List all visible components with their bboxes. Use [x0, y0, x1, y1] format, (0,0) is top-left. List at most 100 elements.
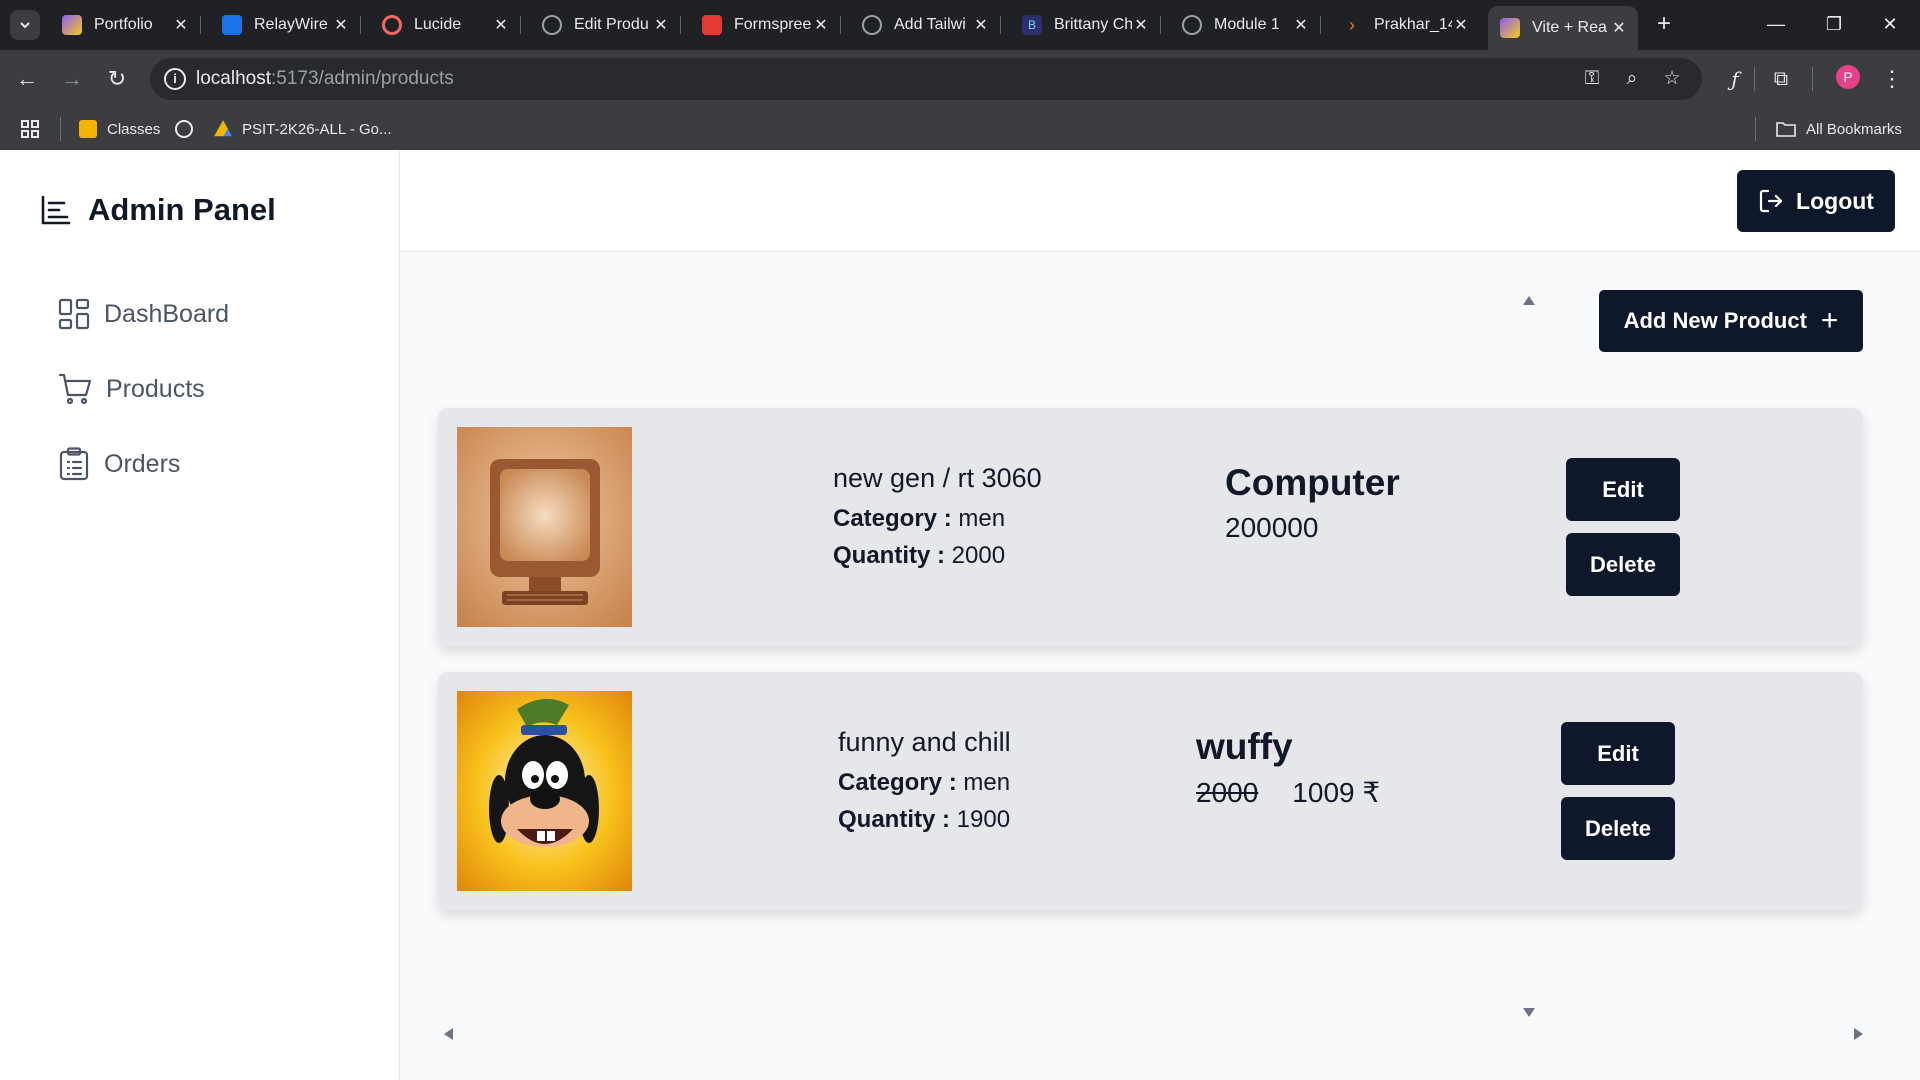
browser-tab-formspree[interactable]: Formspree ✕: [690, 6, 841, 44]
layout-dashboard-icon: [58, 298, 90, 330]
category-label: Category :: [833, 505, 952, 532]
browser-tab-edit-product[interactable]: Edit Produ ✕: [530, 6, 681, 44]
quantity-label: Quantity :: [833, 542, 945, 569]
product-name: funny and chill: [838, 727, 1011, 757]
bookmarks-divider: [1755, 117, 1756, 141]
close-icon[interactable]: ✕: [1132, 15, 1150, 35]
bookmark-label: Classes: [107, 120, 161, 138]
site-info-icon[interactable]: i: [164, 68, 186, 90]
close-icon[interactable]: ✕: [812, 15, 830, 35]
scroll-left-arrow-icon[interactable]: [444, 1028, 453, 1040]
add-new-product-button[interactable]: Add New Product +: [1599, 290, 1863, 352]
minimize-window-button[interactable]: —: [1756, 8, 1796, 40]
admin-sidebar: Admin Panel DashBoard Products Orders: [0, 150, 400, 1080]
globe-icon: [175, 120, 193, 138]
tab-title: Edit Produ: [574, 16, 649, 33]
close-icon[interactable]: ✕: [652, 15, 670, 35]
bookmark-label: All Bookmarks: [1806, 120, 1902, 138]
browser-tab-strip: Portfolio ✕ RelayWire ✕ Lucide ✕ Edit Pr…: [0, 0, 1920, 50]
openai-favicon-icon: [542, 15, 562, 35]
profile-avatar[interactable]: P: [1836, 65, 1860, 89]
password-key-icon[interactable]: ⚿: [1580, 67, 1604, 91]
formspree-favicon-icon: [702, 15, 722, 35]
browser-tab-relaywire[interactable]: RelayWire ✕: [210, 6, 361, 44]
toolbar-divider: [1812, 67, 1813, 91]
browser-tab-brittany[interactable]: B Brittany Ch ✕: [1010, 6, 1161, 44]
bookmark-globe[interactable]: [175, 117, 203, 141]
apps-grid-icon[interactable]: [20, 117, 40, 141]
scroll-down-arrow-icon[interactable]: [1523, 1008, 1535, 1017]
admin-topbar: Logout: [400, 150, 1920, 252]
reload-button[interactable]: ↻: [102, 64, 132, 94]
close-icon[interactable]: ✕: [1610, 18, 1628, 38]
browser-tab-lucide[interactable]: Lucide ✕: [370, 6, 521, 44]
openai-favicon-icon: [862, 15, 882, 35]
delete-button[interactable]: Delete: [1566, 533, 1680, 596]
tab-title: Vite + Rea: [1532, 19, 1607, 36]
product-quantity: Quantity : 2000: [833, 542, 1005, 570]
scroll-up-arrow-icon[interactable]: [1523, 296, 1535, 305]
formula-extension-icon[interactable]: ƒ: [1720, 64, 1750, 94]
bookmark-psit[interactable]: PSIT-2K26-ALL - Go...: [214, 117, 392, 141]
close-icon[interactable]: ✕: [972, 15, 990, 35]
lucide-favicon-icon: [382, 15, 402, 35]
close-icon[interactable]: ✕: [1292, 15, 1310, 35]
scroll-right-arrow-icon[interactable]: [1854, 1028, 1863, 1040]
bookmark-star-icon[interactable]: ☆: [1660, 67, 1684, 91]
product-image-goofy: [457, 691, 632, 891]
back-button[interactable]: ←: [12, 64, 42, 94]
logout-label: Logout: [1796, 187, 1874, 214]
zoom-icon[interactable]: ⌕: [1620, 67, 1644, 91]
brand-title: Admin Panel: [88, 192, 276, 227]
google-drive-icon: [214, 120, 232, 137]
log-out-icon: [1759, 189, 1783, 213]
sidebar-item-label: Products: [106, 374, 205, 403]
edit-button[interactable]: Edit: [1561, 722, 1675, 785]
tab-search-button[interactable]: [10, 10, 40, 40]
restore-window-button[interactable]: ❐: [1814, 8, 1854, 40]
browser-tab-vite-react-active[interactable]: Vite + Rea ✕: [1488, 6, 1638, 50]
close-icon[interactable]: ✕: [1452, 15, 1470, 35]
edit-button[interactable]: Edit: [1566, 458, 1680, 521]
browser-tab-add-tailwind[interactable]: Add Tailwi ✕: [850, 6, 1001, 44]
sidebar-item-orders[interactable]: Orders: [58, 444, 180, 484]
quantity-value: 2000: [951, 542, 1006, 569]
bookmark-classes[interactable]: Classes: [79, 117, 160, 141]
more-menu-icon[interactable]: ⋮: [1877, 64, 1907, 94]
product-name: new gen / rt 3060: [833, 463, 1042, 493]
browser-tab-prakhar[interactable]: › Prakhar_14 ✕: [1330, 6, 1480, 44]
product-category: Category : men: [838, 769, 1010, 797]
sidebar-item-label: Orders: [104, 449, 181, 478]
browser-tab-module-1[interactable]: Module 1 ✕: [1170, 6, 1321, 44]
bookmark-label: PSIT-2K26-ALL - Go...: [242, 120, 392, 138]
category-label: Category :: [838, 769, 957, 796]
add-product-label: Add New Product: [1623, 308, 1807, 333]
product-image-computer: [457, 427, 632, 627]
plus-icon: +: [1820, 304, 1839, 337]
all-bookmarks-button[interactable]: All Bookmarks: [1776, 117, 1902, 141]
vite-favicon-icon: [62, 15, 82, 35]
browser-tab-portfolio[interactable]: Portfolio ✕: [50, 6, 201, 44]
original-price: 2000: [1196, 777, 1259, 808]
tab-title: RelayWire: [254, 16, 328, 33]
url-text[interactable]: localhost:5173/admin/products: [196, 68, 454, 90]
product-quantity: Quantity : 1900: [838, 806, 1010, 834]
classroom-icon: [79, 120, 97, 138]
delete-button[interactable]: Delete: [1561, 797, 1675, 860]
url-host: localhost: [196, 68, 271, 89]
sidebar-item-dashboard[interactable]: DashBoard: [58, 294, 229, 334]
product-card: new gen / rt 3060 Category : men Quantit…: [438, 408, 1863, 646]
address-bar[interactable]: i localhost:5173/admin/products ⚿ ⌕ ☆: [150, 58, 1702, 100]
close-icon[interactable]: ✕: [172, 15, 190, 35]
product-title: wuffy: [1196, 726, 1293, 767]
logout-button[interactable]: Logout: [1737, 170, 1895, 232]
close-window-button[interactable]: ✕: [1870, 8, 1910, 40]
close-icon[interactable]: ✕: [492, 15, 510, 35]
extensions-puzzle-icon[interactable]: ⧉: [1766, 64, 1796, 94]
new-tab-button[interactable]: +: [1650, 10, 1678, 38]
url-path: :5173/admin/products: [271, 68, 454, 89]
sidebar-item-products[interactable]: Products: [58, 369, 205, 409]
forward-button[interactable]: →: [57, 64, 87, 94]
chevron-down-icon: [20, 22, 30, 29]
close-icon[interactable]: ✕: [332, 15, 350, 35]
